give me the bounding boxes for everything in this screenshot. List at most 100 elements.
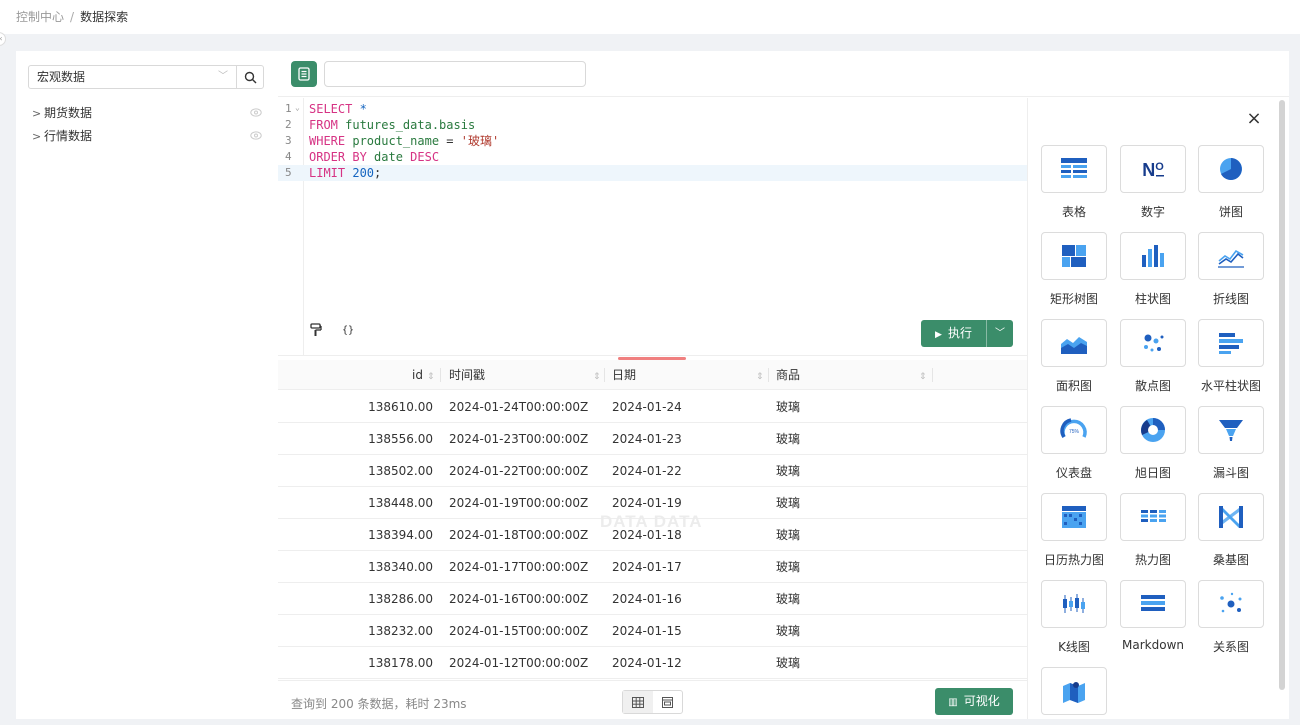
sort-icon[interactable]: ⇕ <box>915 360 927 390</box>
braces-icon[interactable]: {} <box>342 325 354 336</box>
code-token: date <box>374 150 411 164</box>
tree-item-label: 行情数据 <box>44 129 93 143</box>
eye-icon[interactable] <box>250 131 262 140</box>
column-header-product[interactable]: 商品 <box>776 360 800 390</box>
chart-type-tile[interactable] <box>1120 580 1186 628</box>
chart-type-label: 热力图 <box>1134 553 1171 567</box>
query-name-input[interactable] <box>324 61 586 87</box>
svg-text:75%: 75% <box>1069 429 1080 435</box>
code-token: LIMIT <box>309 166 353 180</box>
column-header-id[interactable]: id ⇕ <box>412 360 435 390</box>
chart-type-label: Markdown <box>1122 638 1184 652</box>
cell-product: 玻璃 <box>776 496 801 510</box>
code-token: futures_data.basis <box>345 118 476 132</box>
eye-icon[interactable] <box>250 108 262 117</box>
chart-type-tile[interactable] <box>1198 232 1264 280</box>
cell-id: 138178.00 <box>368 656 433 670</box>
chart-type-tile[interactable]: NO <box>1120 145 1186 193</box>
table-row[interactable]: 138610.00 2024-01-24T00:00:00Z 2024-01-24 玻… <box>278 391 1027 423</box>
tree-item-market[interactable]: > 行情数据 <box>32 126 262 146</box>
grid-icon <box>631 696 644 708</box>
tree-item-futures[interactable]: > 期货数据 <box>32 103 262 123</box>
cell-timestamp: 2024-01-19T00:00:00Z <box>449 496 589 510</box>
breadcrumb-root[interactable]: 控制中心 <box>16 10 64 24</box>
cell-date: 2024-01-12 <box>612 656 682 670</box>
line-number: 1 <box>285 102 292 115</box>
markdown-icon <box>1141 595 1165 611</box>
chart-type-tile[interactable] <box>1198 580 1264 628</box>
database-select[interactable]: 宏观数据 ﹀ <box>28 65 237 89</box>
close-icon[interactable]: × <box>1245 110 1263 128</box>
database-select-value: 宏观数据 <box>37 70 86 84</box>
code-token: FROM <box>309 118 346 132</box>
column-header-timestamp[interactable]: 时间戳 <box>449 360 485 390</box>
query-topbar <box>278 51 1289 97</box>
chart-type-tile[interactable] <box>1041 493 1107 541</box>
run-button[interactable]: ▶ 执行 ﹀ <box>921 320 1013 347</box>
chart-type-tile[interactable] <box>1198 145 1264 193</box>
code-line[interactable]: 1 ⌄ SELECT * <box>278 101 1027 117</box>
treemap-chart-icon <box>1062 245 1086 267</box>
code-line[interactable]: 2 FROM futures_data.basis <box>278 117 1027 133</box>
chevron-right-icon: > <box>32 130 42 143</box>
sidebar-collapse-handle[interactable]: ‹ <box>0 32 6 46</box>
chart-type-tile[interactable] <box>1120 493 1186 541</box>
cell-id: 138232.00 <box>368 624 433 638</box>
chart-type-tile[interactable] <box>1198 493 1264 541</box>
sort-icon[interactable]: ⇕ <box>589 360 601 390</box>
visualize-button[interactable]: ▥ 可视化 <box>935 688 1013 715</box>
cell-product: 玻璃 <box>776 656 801 670</box>
breadcrumb: 控制中心 / 数据探索 <box>0 0 1300 34</box>
table-row[interactable]: 138286.00 2024-01-16T00:00:00Z 2024-01-16 玻… <box>278 583 1027 615</box>
chart-type-tile[interactable] <box>1120 406 1186 454</box>
chart-type-label: 柱状图 <box>1134 292 1171 306</box>
column-header-date[interactable]: 日期 <box>612 360 636 390</box>
sql-editor[interactable]: 1 ⌄ SELECT * 2 FROM futures_data.basis 3 WHERE… <box>278 98 1027 356</box>
schema-panel: 宏观数据 ﹀ > 期货数据 > 行情数据 <box>16 51 278 719</box>
graph-chart-icon <box>1220 592 1242 613</box>
chart-type-tile[interactable]: 75% <box>1041 406 1107 454</box>
cell-id: 138502.00 <box>368 464 433 478</box>
table-view-button[interactable] <box>623 691 653 713</box>
sort-icon[interactable]: ⇕ <box>427 372 435 382</box>
table-row[interactable]: 138178.00 2024-01-12T00:00:00Z 2024-01-12 玻… <box>278 647 1027 679</box>
cell-id: 138556.00 <box>368 432 433 446</box>
fold-icon[interactable]: ⌄ <box>295 100 300 116</box>
chart-type-tile[interactable] <box>1041 580 1107 628</box>
cell-timestamp: 2024-01-16T00:00:00Z <box>449 592 589 606</box>
chart-type-tile[interactable] <box>1041 232 1107 280</box>
code-text: WHERE product_name = '玻璃' <box>309 133 499 149</box>
cell-product: 玻璃 <box>776 624 801 638</box>
tree-item-label: 期货数据 <box>44 106 93 120</box>
card-view-button[interactable] <box>653 691 683 713</box>
table-row[interactable]: 138340.00 2024-01-17T00:00:00Z 2024-01-17 玻… <box>278 551 1027 583</box>
chart-type-tile[interactable] <box>1198 319 1264 367</box>
run-options-dropdown[interactable]: ﹀ <box>987 320 1013 347</box>
chart-type-tile[interactable] <box>1120 319 1186 367</box>
chart-type-tile[interactable] <box>1198 406 1264 454</box>
sort-icon[interactable]: ⇕ <box>752 360 764 390</box>
code-line[interactable]: 5 LIMIT 200; <box>278 165 1027 181</box>
panel-scrollbar[interactable] <box>1279 100 1285 690</box>
table-row[interactable]: 138502.00 2024-01-22T00:00:00Z 2024-01-22 玻… <box>278 455 1027 487</box>
code-line[interactable]: 4 ORDER BY date DESC <box>278 149 1027 165</box>
area-chart-icon <box>1061 337 1087 354</box>
run-button-main[interactable]: ▶ 执行 <box>921 320 987 347</box>
format-brush-icon[interactable] <box>310 323 322 340</box>
chart-type-label: 仪表盘 <box>1055 466 1092 480</box>
table-row[interactable]: 138232.00 2024-01-15T00:00:00Z 2024-01-15 玻… <box>278 615 1027 647</box>
cell-timestamp: 2024-01-23T00:00:00Z <box>449 432 589 446</box>
chart-type-tile[interactable] <box>1041 319 1107 367</box>
notebook-icon <box>298 67 310 81</box>
chart-type-tile[interactable] <box>1041 667 1107 715</box>
code-token: * <box>359 102 367 116</box>
database-search-button[interactable] <box>236 65 264 89</box>
table-row[interactable]: 138556.00 2024-01-23T00:00:00Z 2024-01-23 玻… <box>278 423 1027 455</box>
code-line[interactable]: 3 WHERE product_name = '玻璃' <box>278 133 1027 149</box>
notebook-button[interactable] <box>291 61 317 87</box>
chart-type-tile[interactable] <box>1120 232 1186 280</box>
form-view-icon <box>661 696 673 708</box>
chart-type-label: 表格 <box>1061 205 1086 219</box>
chart-type-tile[interactable] <box>1041 145 1107 193</box>
funnel-chart-icon <box>1219 420 1243 441</box>
